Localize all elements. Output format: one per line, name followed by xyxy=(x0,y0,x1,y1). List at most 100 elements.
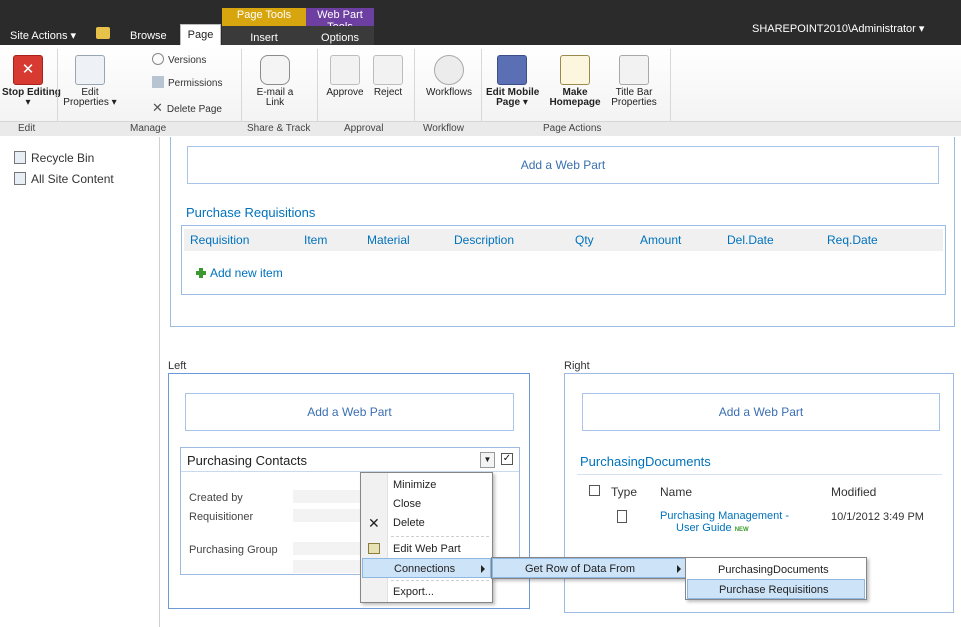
menu-item-delete[interactable]: ✕ Delete xyxy=(362,513,491,533)
submenu-arrow-icon xyxy=(481,565,485,573)
edit-properties-icon xyxy=(75,55,105,85)
col-modified[interactable]: Modified xyxy=(831,485,876,499)
document-icon xyxy=(617,510,627,523)
col-material[interactable]: Material xyxy=(367,233,410,247)
permissions-icon xyxy=(152,76,164,88)
delete-icon: ✕ xyxy=(152,100,163,115)
add-new-item-link[interactable]: Add new item xyxy=(196,266,283,280)
field-created-by: Created by xyxy=(189,492,243,504)
group-label-page-actions: Page Actions xyxy=(543,123,602,134)
ribbon-top-bar: Site Actions ▾ Browse Page Page Tools In… xyxy=(0,0,961,53)
document-link[interactable]: Purchasing Management - User Guide NEW xyxy=(660,510,789,536)
col-qty[interactable]: Qty xyxy=(575,233,594,247)
delete-page-button[interactable]: ✕ Delete Page xyxy=(152,100,222,116)
site-content-icon xyxy=(14,172,26,185)
add-new-item-label: Add new item xyxy=(210,266,283,280)
page-tools-group: Page Tools Insert xyxy=(222,8,306,53)
tab-browse[interactable]: Browse xyxy=(130,30,167,42)
web-part-tools-group: Web Part Tools Options xyxy=(306,8,374,53)
nav-all-site-content[interactable]: All Site Content xyxy=(14,172,114,186)
purchasing-documents-title[interactable]: PurchasingDocuments xyxy=(580,454,711,469)
approve-button[interactable]: Approve xyxy=(324,55,366,98)
delete-icon: ✕ xyxy=(368,515,380,531)
email-link-button[interactable]: E-mail a Link xyxy=(250,55,300,108)
stop-editing-button[interactable]: ✕ Stop Editing ▾ xyxy=(2,55,61,108)
col-description[interactable]: Description xyxy=(454,233,514,247)
connections-submenu: Get Row of Data From xyxy=(491,557,688,579)
edit-mobile-page-button[interactable]: Edit Mobile Page ▾ xyxy=(486,55,539,108)
workflows-icon xyxy=(434,55,464,85)
add-web-part-button-right[interactable]: Add a Web Part xyxy=(582,393,940,431)
edit-mobile-label-2: Page xyxy=(496,97,521,108)
right-zone-label: Right xyxy=(564,360,590,372)
document-modified: 10/1/2012 3:49 PM xyxy=(831,511,924,523)
page-tools-label: Page Tools xyxy=(236,9,292,21)
doc-name-line-2: User Guide xyxy=(676,522,732,534)
ribbon: ✕ Stop Editing ▾ Edit Properties ▾ Versio… xyxy=(0,45,961,136)
col-name[interactable]: Name xyxy=(660,485,692,499)
add-web-part-button-left[interactable]: Add a Web Part xyxy=(185,393,514,431)
versions-button[interactable]: Versions xyxy=(152,53,206,69)
delete-page-label: Delete Page xyxy=(166,104,222,115)
site-actions-menu[interactable]: Site Actions ▾ xyxy=(10,29,76,42)
edit-mobile-icon xyxy=(497,55,527,85)
col-type[interactable]: Type xyxy=(611,485,637,499)
purchase-requisitions-title[interactable]: Purchase Requisitions xyxy=(186,205,315,220)
tab-page[interactable]: Page xyxy=(180,24,221,46)
menu-item-get-row[interactable]: Get Row of Data From xyxy=(492,558,687,578)
doc-name-line-1: Purchasing Management - xyxy=(660,510,790,522)
webpart-context-menu: Minimize Close ✕ Delete Edit Web Part Co… xyxy=(360,472,493,603)
make-homepage-button[interactable]: Make Homepage xyxy=(548,55,602,108)
edit-web-part-label: Edit Web Part xyxy=(393,543,461,555)
menu-item-purchase-requisitions[interactable]: Purchase Requisitions xyxy=(687,579,865,599)
col-req-date[interactable]: Req.Date xyxy=(827,233,878,247)
col-requisition[interactable]: Requisition xyxy=(190,233,249,247)
reject-icon xyxy=(373,55,403,85)
divider xyxy=(577,474,942,475)
versions-label: Versions xyxy=(168,55,207,66)
homepage-icon xyxy=(560,55,590,85)
recycle-bin-label: Recycle Bin xyxy=(31,151,95,165)
all-site-content-label: All Site Content xyxy=(31,172,114,186)
menu-item-edit-web-part[interactable]: Edit Web Part xyxy=(362,539,491,559)
edit-icon xyxy=(368,543,380,554)
versions-icon xyxy=(152,53,164,65)
close-label: Close xyxy=(393,498,422,510)
workflows-button[interactable]: Workflows xyxy=(420,55,478,98)
col-item[interactable]: Item xyxy=(304,233,327,247)
purchase-requisitions-webpart: Requisition Item Material Description Qt… xyxy=(181,225,946,295)
menu-item-export[interactable]: Export... xyxy=(362,582,491,602)
purchasing-contacts-title: Purchasing Contacts xyxy=(187,453,307,468)
navigate-up-icon[interactable] xyxy=(96,27,110,39)
menu-item-close[interactable]: Close xyxy=(362,494,491,514)
user-menu[interactable]: SHAREPOINT2010\Administrator ▾ xyxy=(752,22,924,35)
col-del-date[interactable]: Del.Date xyxy=(727,233,774,247)
make-homepage-label-2: Homepage xyxy=(549,97,601,108)
edit-properties-button[interactable]: Edit Properties ▾ xyxy=(60,55,120,108)
menu-item-purchasing-documents[interactable]: PurchasingDocuments xyxy=(687,560,865,580)
col-amount[interactable]: Amount xyxy=(640,233,681,247)
webpart-select-checkbox[interactable]: ✓ xyxy=(501,453,513,465)
email-link-label-2: Link xyxy=(265,97,285,108)
recycle-bin-icon xyxy=(14,151,26,164)
title-bar-label-2: Properties xyxy=(611,97,657,108)
menu-item-connections[interactable]: Connections xyxy=(362,558,491,578)
reject-label: Reject xyxy=(373,87,403,98)
permissions-button[interactable]: Permissions xyxy=(152,76,222,92)
title-bar-properties-button[interactable]: Title Bar Properties xyxy=(606,55,662,108)
menu-item-minimize[interactable]: Minimize xyxy=(362,475,491,495)
site-actions-label: Site Actions xyxy=(10,30,68,42)
nav-recycle-bin[interactable]: Recycle Bin xyxy=(14,151,94,165)
reject-button[interactable]: Reject xyxy=(370,55,406,98)
left-navigation: Recycle Bin All Site Content xyxy=(0,137,160,627)
group-label-approval: Approval xyxy=(344,123,384,134)
webpart-menu-dropdown[interactable]: ▼ xyxy=(480,452,495,468)
group-label-edit: Edit xyxy=(18,123,36,134)
approve-label: Approve xyxy=(326,87,364,98)
add-web-part-button[interactable]: Add a Web Part xyxy=(187,146,939,184)
submenu-arrow-icon xyxy=(677,565,681,573)
select-all-checkbox[interactable] xyxy=(589,485,600,496)
left-zone-label: Left xyxy=(168,360,187,372)
approve-icon xyxy=(330,55,360,85)
add-icon xyxy=(196,268,206,278)
